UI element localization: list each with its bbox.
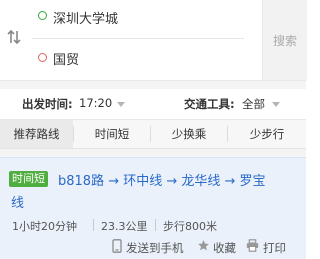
route-summary-link[interactable]: b818路 → 环中线 → 龙华线 → 罗宝: [58, 170, 266, 189]
section-gap: [0, 149, 306, 157]
transport-label: 交通工具:: [184, 97, 235, 111]
meta-separator: [93, 219, 94, 231]
printer-icon[interactable]: [246, 239, 259, 252]
dropdown-caret-icon[interactable]: [272, 102, 280, 107]
search-button[interactable]: 搜索: [262, 0, 307, 80]
departure-time-label: 出发时间:: [22, 97, 73, 111]
section-gap: [0, 80, 306, 89]
destination-marker-icon: [38, 53, 47, 62]
route-walking-distance: 步行800米: [163, 220, 217, 233]
transport-select[interactable]: 全部: [242, 96, 265, 112]
destination-input[interactable]: 国贸: [53, 49, 79, 68]
meta-separator: [155, 219, 156, 231]
route-distance: 23.3公里: [101, 220, 148, 233]
departure-time-select[interactable]: 17:20: [79, 96, 112, 110]
origin-marker-icon: [38, 11, 47, 20]
tab-recommended[interactable]: 推荐路线: [0, 120, 73, 148]
print-button[interactable]: 打印: [263, 240, 286, 256]
origin-input[interactable]: 深圳大学城: [53, 8, 118, 27]
tab-shortest-time[interactable]: 时间短: [74, 120, 150, 148]
tab-least-walking[interactable]: 少步行: [228, 120, 306, 148]
swap-icon[interactable]: [6, 29, 22, 45]
phone-icon[interactable]: [112, 239, 122, 253]
fastest-badge: 时间短: [9, 171, 48, 187]
tab-fewest-transfers[interactable]: 少换乘: [151, 120, 227, 148]
dropdown-caret-icon[interactable]: [117, 102, 125, 107]
route-duration: 1小时20分钟: [12, 220, 77, 233]
input-divider: [32, 38, 244, 39]
send-to-phone-button[interactable]: 发送到手机: [126, 240, 184, 256]
star-icon[interactable]: [197, 239, 210, 252]
favorite-button[interactable]: 收藏: [213, 240, 236, 256]
route-summary-link-continued[interactable]: 线: [11, 192, 24, 211]
